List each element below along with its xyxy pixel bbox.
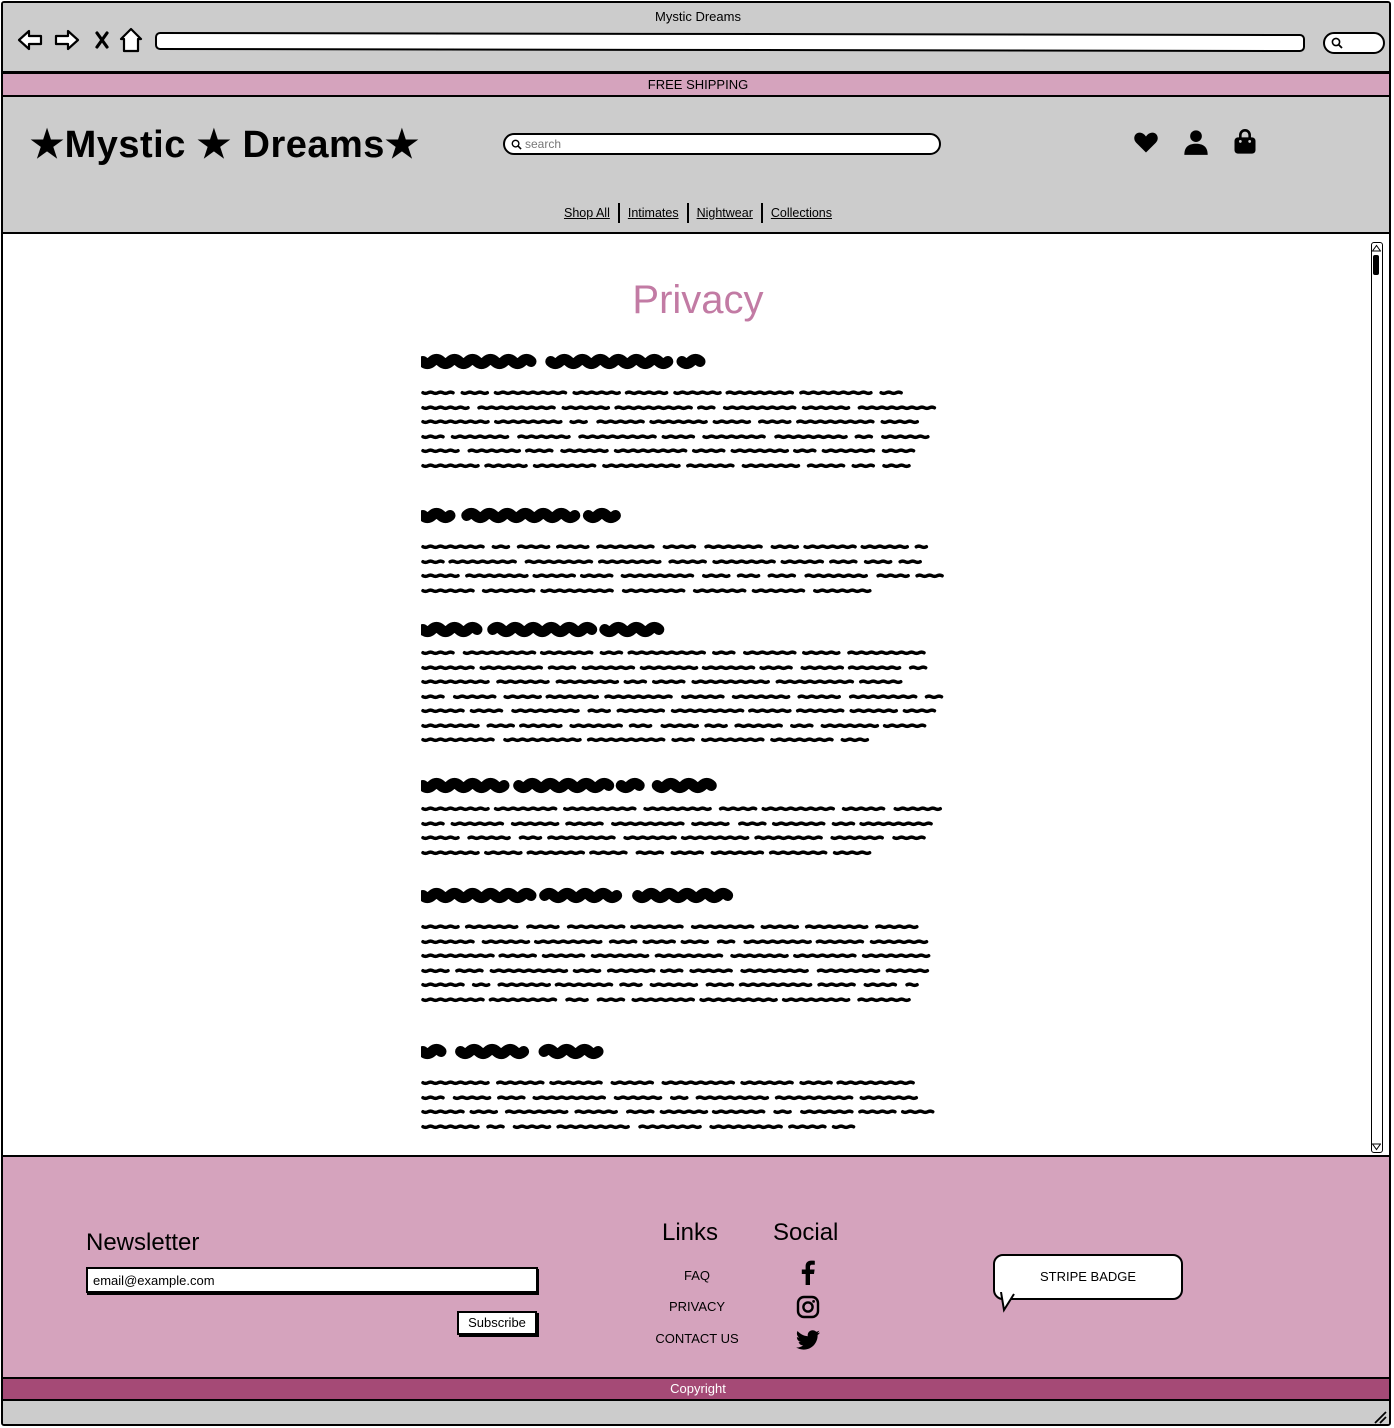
browser-search-field[interactable] (1323, 32, 1385, 54)
paragraph-line-placeholder (421, 967, 930, 973)
footer-link-contact-us[interactable]: CONTACT US (617, 1331, 777, 1346)
search-icon (1331, 37, 1343, 49)
browser-window: Mystic Dreams FREE SHIPPING ★Mystic ★ Dr… (1, 1, 1391, 1426)
back-arrow-icon[interactable] (15, 25, 45, 55)
paragraph-line-placeholder (421, 544, 929, 550)
section-heading-placeholder (421, 887, 734, 904)
paragraph-line-placeholder (421, 722, 927, 728)
home-icon[interactable] (116, 25, 146, 55)
paragraph-line-placeholder (421, 558, 922, 564)
paragraph-line-placeholder (421, 390, 903, 396)
stripe-badge: STRIPE BADGE (993, 1254, 1183, 1300)
paragraph-line-placeholder (421, 1109, 935, 1115)
subscribe-button[interactable]: Subscribe (457, 1311, 537, 1335)
footer-link-privacy[interactable]: PRIVACY (617, 1299, 777, 1314)
nav-shop-all[interactable]: Shop All (556, 203, 618, 223)
section-heading-placeholder (421, 621, 665, 638)
privacy-section (421, 620, 955, 749)
paragraph-line-placeholder (421, 1123, 856, 1129)
instagram-icon[interactable] (793, 1292, 823, 1322)
heart-icon[interactable] (1132, 128, 1160, 156)
copyright-bar: Copyright (3, 1377, 1389, 1401)
main-content: Privacy (3, 234, 1389, 1155)
window-title: Mystic Dreams (655, 9, 741, 24)
paragraph-line-placeholder (421, 820, 933, 826)
scroll-thumb[interactable] (1373, 255, 1379, 275)
scroll-up-icon[interactable] (1372, 244, 1381, 253)
footer-link-faq[interactable]: FAQ (617, 1268, 777, 1283)
paragraph-line-placeholder (421, 448, 916, 454)
paragraph-line-placeholder (421, 708, 937, 714)
paragraph-line-placeholder (421, 938, 929, 944)
vertical-scrollbar[interactable] (1371, 242, 1383, 1153)
paragraph-line-placeholder (421, 679, 903, 685)
paragraph-line-placeholder (421, 835, 926, 841)
paragraph-line-placeholder (421, 404, 937, 410)
paragraph-line-placeholder (421, 1080, 915, 1086)
url-bar[interactable] (154, 31, 1306, 53)
status-bar (3, 1401, 1389, 1424)
paragraph-line-placeholder (421, 462, 911, 468)
paragraph-line-placeholder (421, 587, 872, 593)
paragraph-line-placeholder (421, 433, 930, 439)
page-title: Privacy (632, 278, 764, 322)
site-footer: Newsletter Subscribe Links FAQ PRIVACY C… (3, 1155, 1389, 1377)
privacy-section (421, 776, 955, 861)
browser-toolbar: Mystic Dreams (3, 3, 1389, 73)
search-input[interactable] (525, 135, 925, 153)
social-title: Social (773, 1219, 839, 1246)
paragraph-line-placeholder (421, 924, 919, 930)
site-logo[interactable]: ★Mystic ★ Dreams★ (30, 122, 420, 167)
paragraph-line-placeholder (421, 806, 942, 812)
resize-grip-icon[interactable] (1371, 1408, 1387, 1424)
section-heading-placeholder (421, 353, 706, 370)
search-icon (511, 139, 522, 150)
section-heading-placeholder (421, 507, 621, 524)
shopping-bag-icon[interactable] (1231, 128, 1259, 156)
paragraph-line-placeholder (421, 737, 870, 743)
paragraph-line-placeholder (421, 996, 911, 1002)
scroll-down-icon[interactable] (1372, 1142, 1381, 1151)
section-heading-placeholder (421, 777, 717, 794)
newsletter-email-field[interactable] (86, 1267, 538, 1293)
promo-banner: FREE SHIPPING (3, 73, 1389, 97)
paragraph-line-placeholder (421, 693, 944, 699)
user-icon[interactable] (1182, 128, 1210, 156)
privacy-section (421, 1042, 955, 1135)
privacy-section (421, 352, 955, 474)
forward-arrow-icon[interactable] (52, 25, 82, 55)
nav-collections[interactable]: Collections (763, 203, 840, 223)
paragraph-line-placeholder (421, 1094, 919, 1100)
twitter-icon[interactable] (793, 1325, 823, 1355)
paragraph-line-placeholder (421, 573, 944, 579)
privacy-section (421, 506, 955, 599)
paragraph-line-placeholder (421, 982, 919, 988)
nav-intimates[interactable]: Intimates (620, 203, 687, 223)
site-header: ★Mystic ★ Dreams★ Shop All Intimates Nig… (3, 97, 1389, 234)
section-heading-placeholder (421, 1043, 604, 1060)
paragraph-line-placeholder (421, 650, 926, 656)
paragraph-line-placeholder (421, 664, 928, 670)
speech-bubble-tail-icon (1000, 1292, 1015, 1313)
paragraph-line-placeholder (421, 953, 931, 959)
paragraph-line-placeholder (421, 419, 920, 425)
facebook-icon[interactable] (793, 1258, 823, 1288)
close-icon[interactable] (87, 25, 117, 55)
main-nav: Shop All Intimates Nightwear Collections (3, 203, 1389, 223)
privacy-section (421, 886, 955, 1008)
newsletter-title: Newsletter (86, 1229, 200, 1256)
paragraph-line-placeholder (421, 849, 872, 855)
site-search[interactable] (503, 133, 941, 155)
links-title: Links (662, 1219, 719, 1246)
nav-nightwear[interactable]: Nightwear (689, 203, 761, 223)
